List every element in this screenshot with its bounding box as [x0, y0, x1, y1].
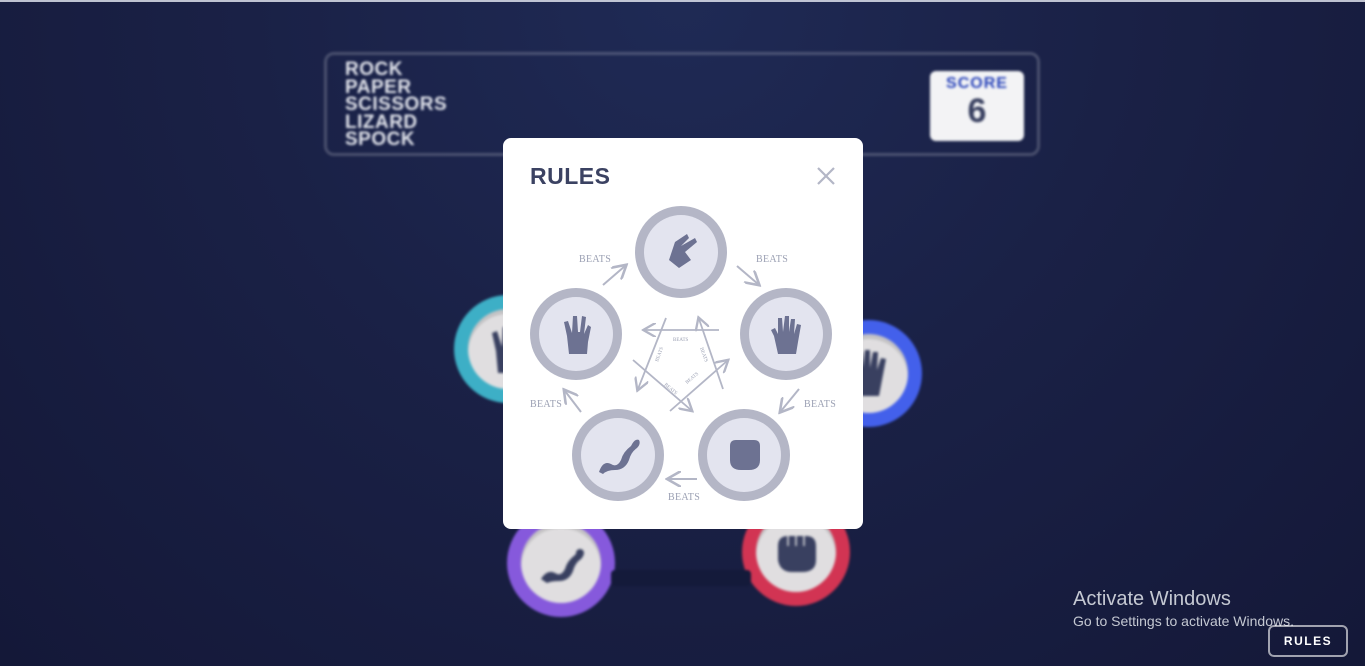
arrow-lizard-spock	[565, 391, 582, 413]
beats-label-top-right: BEATS	[756, 254, 789, 265]
inner-beats-label-3: BEATS	[685, 372, 700, 386]
windows-activation-title: Activate Windows	[1073, 588, 1231, 610]
logo-line-rock: ROCK	[345, 59, 403, 80]
inner-beats-label-5: BEATS	[655, 346, 665, 362]
beats-label-top-left: BEATS	[579, 254, 612, 265]
token-connector-line	[611, 570, 751, 586]
rules-diagram: BEATS BEATS BEATS BEATS BEATS	[530, 206, 832, 501]
arrow-scissors-paper	[736, 265, 758, 284]
rock-icon	[778, 536, 816, 572]
modal-scissors-token	[635, 206, 727, 298]
rules-modal: RULES BEATS BEATS BEATS BEATS BEATS BEAT…	[503, 138, 863, 529]
score-value: 6	[967, 92, 987, 130]
score-card: SCORE 6	[930, 71, 1024, 141]
arrow-lizard-paper	[669, 361, 727, 412]
arrow-spock-scissors	[602, 266, 625, 286]
inner-beats-label-2: BEATS	[698, 347, 708, 363]
rock-icon	[730, 440, 760, 470]
game-logo: ROCK PAPER SCISSORS LIZARD SPOCK	[345, 59, 448, 150]
beats-label-left: BEATS	[530, 399, 563, 410]
arrow-spock-rock	[632, 359, 691, 410]
lizard-icon	[541, 549, 584, 583]
beats-label-bottom: BEATS	[668, 492, 701, 503]
logo-line-scissors: SCISSORS	[345, 94, 448, 115]
beats-label-right: BEATS	[804, 399, 837, 410]
windows-activation-subtitle: Go to Settings to activate Windows.	[1073, 613, 1294, 629]
rules-button[interactable]: RULES	[1268, 625, 1348, 657]
inner-beats-label-4: BEATS	[663, 383, 678, 397]
arrow-paper-rock	[781, 388, 800, 411]
modal-rock-token	[698, 409, 790, 501]
score-label: SCORE	[946, 75, 1008, 92]
modal-paper-token	[740, 288, 832, 380]
modal-lizard-token	[572, 409, 664, 501]
inner-beats-label-1: BEATS	[673, 338, 689, 343]
logo-line-spock: SPOCK	[345, 129, 416, 150]
modal-spock-token	[530, 288, 622, 380]
